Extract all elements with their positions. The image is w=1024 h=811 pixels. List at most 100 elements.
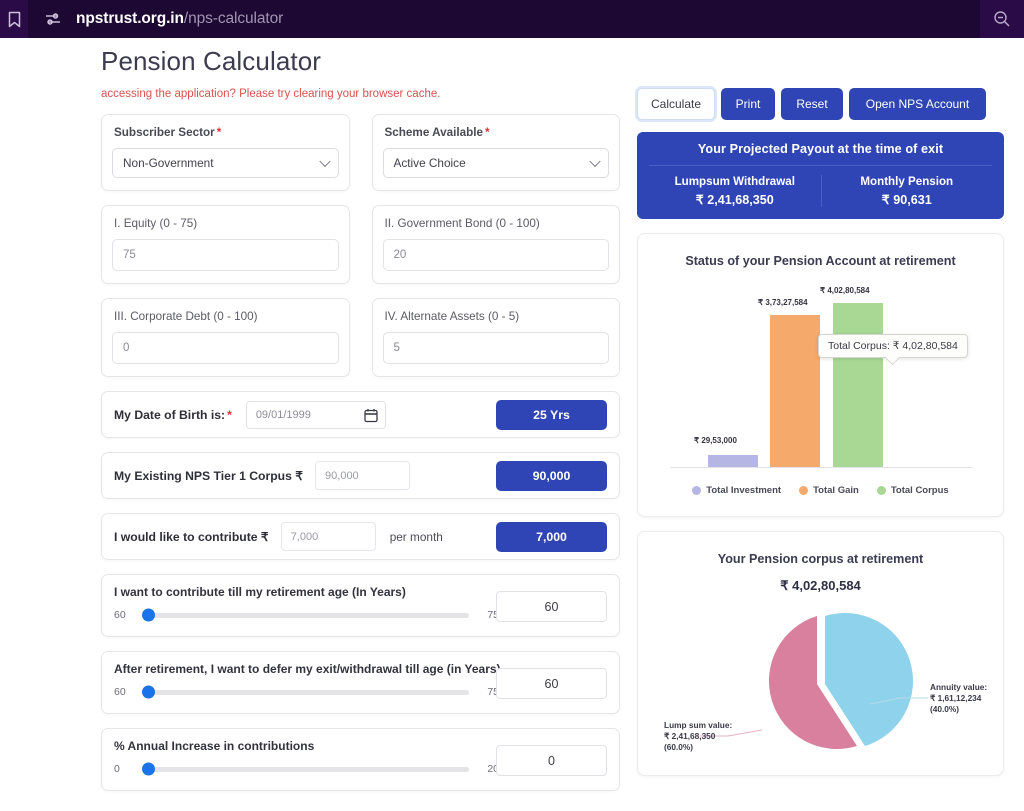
calculate-button[interactable]: Calculate <box>637 88 715 120</box>
legend-total-investment[interactable]: Total Investment <box>692 485 781 496</box>
print-button[interactable]: Print <box>721 88 775 120</box>
cache-warning-text: accessing the application? Please try cl… <box>101 88 441 100</box>
alternate-assets-field: IV. Alternate Assets (0 - 5) 5 <box>371 298 620 377</box>
slider-thumb[interactable] <box>142 685 155 699</box>
projected-payout-title: Your Projected Payout at the time of exi… <box>649 142 992 166</box>
annual-increase-value[interactable]: 0 <box>496 745 607 776</box>
page-title: Pension Calculator <box>101 46 322 76</box>
retirement-age-value[interactable]: 60 <box>496 591 607 622</box>
scheme-available-value: Active Choice <box>393 156 466 170</box>
subscriber-sector-value: Non-Government <box>123 156 214 170</box>
zoom-out-icon[interactable] <box>980 10 1024 28</box>
chevron-down-icon <box>589 155 601 168</box>
action-button-row: Calculate Print Reset Open NPS Account <box>637 88 1004 120</box>
slider-thumb[interactable] <box>142 608 155 622</box>
pie-callout-annuity: Annuity value: ₹ 1,61,12,234 (40.0%) <box>930 682 987 716</box>
chevron-down-icon <box>318 155 331 168</box>
subscriber-sector-field: Subscriber Sector * Non-Government <box>101 114 350 191</box>
url-path: /nps-calculator <box>183 10 284 27</box>
subscriber-sector-label: Subscriber Sector * <box>114 126 222 139</box>
legend-label: Total Gain <box>813 485 859 496</box>
defer-age-row: After retirement, I want to defer my exi… <box>101 651 620 714</box>
slider-thumb[interactable] <box>142 762 155 776</box>
url-domain: npstrust.org.in <box>76 10 184 27</box>
bar-total-investment[interactable] <box>708 455 758 467</box>
date-of-birth-row: My Date of Birth is: * 09/01/1999 25 Yrs <box>101 391 620 438</box>
debt-alternate-row: III. Corporate Debt (0 - 100) 0 IV. Alte… <box>101 298 620 377</box>
monthly-contribution-suffix: per month <box>389 529 443 544</box>
existing-corpus-badge[interactable]: 90,000 <box>496 460 607 491</box>
monthly-pension-value: ₹ 90,631 <box>881 193 932 207</box>
monthly-pension-block: Monthly Pension ₹ 90,631 <box>820 175 993 207</box>
payout-columns: Lumpsum Withdrawal ₹ 2,41,68,350 Monthly… <box>649 166 992 207</box>
government-bond-field: II. Government Bond (0 - 100) 20 <box>371 205 620 284</box>
bar-label-total-corpus: ₹ 4,02,80,584 <box>820 286 870 295</box>
equity-input[interactable]: 75 <box>112 239 339 271</box>
equity-value: 75 <box>123 249 136 261</box>
open-nps-account-button[interactable]: Open NPS Account <box>849 88 986 120</box>
existing-corpus-input[interactable]: 90,000 <box>315 461 411 490</box>
existing-corpus-label: My Existing NPS Tier 1 Corpus ₹ <box>114 468 304 483</box>
government-bond-input[interactable]: 20 <box>382 239 609 271</box>
annuity-value: ₹ 1,61,12,234 <box>930 693 982 704</box>
required-asterisk: * <box>216 126 222 139</box>
subscriber-sector-select[interactable]: Non-Government <box>112 148 339 178</box>
legend-swatch-icon <box>876 486 886 495</box>
lump-sum-label: Lump sum value: <box>664 720 733 730</box>
projected-payout-card: Your Projected Payout at the time of exi… <box>637 132 1004 219</box>
equity-label: I. Equity (0 - 75) <box>114 217 198 230</box>
bar-chart-axes: ₹ 29,53,000 ₹ 3,73,27,584 ₹ 4,02,80,584 <box>670 286 973 468</box>
annual-increase-min: 0 <box>114 763 120 775</box>
legend-total-corpus[interactable]: Total Corpus <box>876 485 949 496</box>
annuity-percent: (40.0%) <box>930 704 960 715</box>
bar-total-corpus[interactable] <box>833 303 883 467</box>
pie-chart-plot: Annuity value: ₹ 1,61,12,234 (40.0%) Lum… <box>638 594 1003 769</box>
url-bar[interactable]: npstrust.org.in/nps-calculator <box>28 0 980 38</box>
annuity-label: Annuity value: <box>930 682 988 692</box>
bar-total-gain[interactable] <box>770 315 820 467</box>
alternate-assets-value: 5 <box>393 342 400 354</box>
bar-chart-plot: ₹ 29,53,000 ₹ 3,73,27,584 ₹ 4,02,80,584 … <box>638 268 1003 516</box>
scheme-available-label: Scheme Available * <box>384 126 490 139</box>
required-asterisk: * <box>227 407 232 422</box>
legend-total-gain[interactable]: Total Gain <box>799 485 859 496</box>
url-text: npstrust.org.in/nps-calculator <box>76 10 283 28</box>
monthly-contribution-badge[interactable]: 7,000 <box>496 521 607 552</box>
chart-tooltip: Total Corpus: ₹ 4,02,80,584 <box>818 334 968 366</box>
settings-sliders-icon[interactable] <box>42 11 64 27</box>
date-of-birth-input[interactable]: 09/01/1999 <box>245 400 386 429</box>
results-panel: Calculate Print Reset Open NPS Account Y… <box>637 88 1004 790</box>
lump-sum-percent: (60.0%) <box>664 742 694 753</box>
lumpsum-withdrawal-label: Lumpsum Withdrawal <box>674 175 795 188</box>
existing-corpus-row: My Existing NPS Tier 1 Corpus ₹ 90,000 9… <box>101 452 620 499</box>
bookmark-icon[interactable] <box>0 0 28 38</box>
monthly-contribution-row: I would like to contribute ₹ 7,000 per m… <box>101 513 620 560</box>
pie-chart-title: Your Pension corpus at retirement <box>717 552 924 566</box>
legend-label: Total Corpus <box>890 485 949 496</box>
alternate-assets-input[interactable]: 5 <box>382 332 609 364</box>
retirement-age-slider[interactable] <box>142 608 469 622</box>
monthly-contribution-label: I would like to contribute ₹ <box>114 529 269 544</box>
scheme-available-select[interactable]: Active Choice <box>382 148 609 178</box>
pension-corpus-pie-chart: Your Pension corpus at retirement ₹ 4,02… <box>637 531 1004 776</box>
equity-bond-row: I. Equity (0 - 75) 75 II. Government Bon… <box>101 205 620 284</box>
government-bond-value: 20 <box>393 249 407 261</box>
corporate-debt-label: III. Corporate Debt (0 - 100) <box>114 310 258 323</box>
reset-button[interactable]: Reset <box>781 88 843 120</box>
age-badge[interactable]: 25 Yrs <box>496 399 607 430</box>
calendar-icon[interactable] <box>364 408 378 426</box>
page-content: Pension Calculator accessing the applica… <box>0 38 1024 811</box>
pie-callout-lump-sum: Lump sum value: ₹ 2,41,68,350 (60.0%) <box>664 720 732 754</box>
sector-scheme-row: Subscriber Sector * Non-Government Scheme… <box>101 114 620 191</box>
monthly-contribution-input[interactable]: 7,000 <box>280 522 376 551</box>
pie-chart-total: ₹ 4,02,80,584 <box>780 578 861 593</box>
date-of-birth-value: 09/01/1999 <box>255 408 311 421</box>
corporate-debt-input[interactable]: 0 <box>112 332 339 364</box>
defer-age-value[interactable]: 60 <box>496 668 607 699</box>
bar-chart-title: Status of your Pension Account at retire… <box>685 254 956 268</box>
government-bond-label: II. Government Bond (0 - 100) <box>384 217 540 230</box>
lumpsum-withdrawal-block: Lumpsum Withdrawal ₹ 2,41,68,350 <box>649 175 821 207</box>
date-of-birth-label: My Date of Birth is: * <box>114 407 232 422</box>
defer-age-slider[interactable] <box>142 685 469 699</box>
annual-increase-slider[interactable] <box>142 762 469 776</box>
